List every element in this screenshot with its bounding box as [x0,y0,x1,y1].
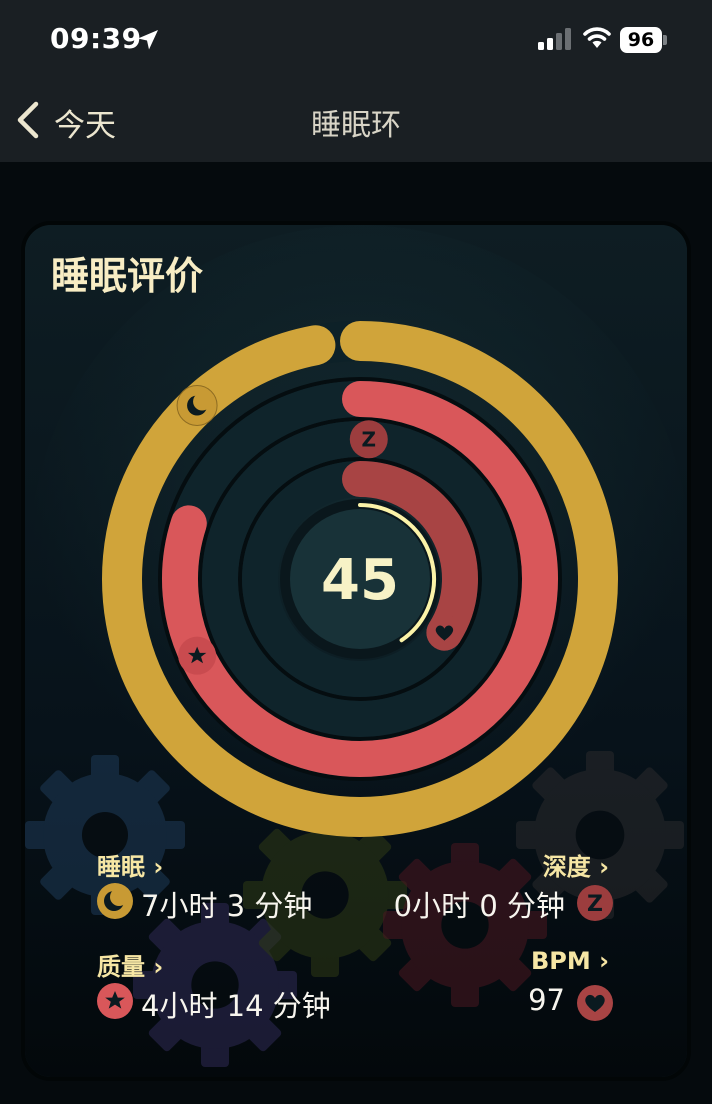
quality-stat-value: 4小时 14 分钟 [141,989,331,1023]
status-time: 09:39 [50,22,142,55]
quality-stat-label[interactable]: 质量 › [97,947,163,982]
svg-text:Z: Z [362,427,377,451]
z-icon: Z [577,885,613,921]
sleep-score: 45 [321,548,399,613]
cellular-signal-icon [538,28,571,50]
battery-icon: 96 [620,27,662,53]
nav-bar: 今天 睡眠环 [0,80,712,162]
heart-icon [426,614,463,651]
location-arrow-icon [138,30,158,50]
moon-icon [176,385,218,427]
star-icon [178,636,217,675]
heart-icon [577,985,613,1021]
moon-icon [97,883,133,919]
bpm-stat-value: 97 [528,983,565,1017]
star-icon [97,983,133,1019]
sleep-evaluation-card: 睡眠评价 45 Z 睡眠 › 7小时 3 分钟 深度 › 0小时 0 分钟 Z … [21,221,691,1081]
battery-tip [663,35,667,45]
bpm-stat-label[interactable]: BPM › [531,947,609,975]
status-bar: 09:39 96 [0,0,712,80]
depth-stat-label[interactable]: 深度 › [543,847,609,882]
z-icon: Z [349,420,388,459]
svg-text:Z: Z [587,892,603,917]
sleep-stat-value: 7小时 3 分钟 [141,889,313,923]
wifi-icon [583,27,611,48]
page-title: 睡眠环 [311,108,401,143]
depth-stat-value: 0小时 0 分钟 [393,889,565,923]
sleep-stat-label[interactable]: 睡眠 › [97,847,163,882]
